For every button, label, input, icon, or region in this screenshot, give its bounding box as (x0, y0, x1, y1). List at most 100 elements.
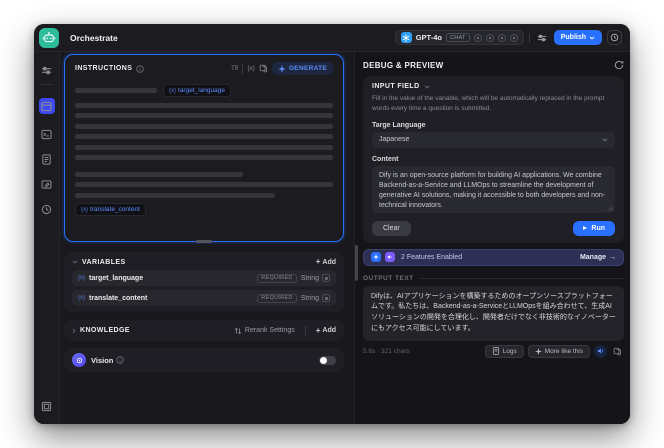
vision-eye-icon (72, 353, 86, 367)
logs-button[interactable]: Logs (484, 344, 524, 358)
prompt-skeleton: {x} target_language {x} translate_conten… (75, 84, 333, 216)
debug-actions-row: Clear Run (372, 220, 615, 236)
output-footer: 5.8s · 321 chars Logs More like this (363, 344, 624, 358)
restart-debug-button[interactable] (614, 60, 624, 70)
copy-output-button[interactable] (611, 345, 624, 358)
redacted-text-bar (75, 182, 333, 187)
rerank-icon (234, 327, 242, 334)
debug-header: DEBUG & PREVIEW (363, 58, 624, 72)
orchestrate-panel: INSTRUCTIONS 78 {x} GENERATE {x} target_… (60, 52, 354, 424)
orchestrate-icon (41, 101, 52, 111)
rail-tab-logs[interactable] (39, 151, 55, 167)
rail-tab-api[interactable] (39, 126, 55, 142)
rail-tab-orchestrate[interactable] (38, 98, 55, 114)
add-knowledge-button[interactable]: + Add (315, 325, 336, 335)
prompt-line: {x} target_language (75, 84, 333, 97)
knowledge-title: KNOWLEDGE (80, 327, 130, 334)
add-variable-button[interactable]: + Add (316, 258, 336, 266)
capability-icon-1 (473, 33, 482, 42)
annotation-pen-icon (41, 179, 52, 189)
manage-label: Manage (579, 253, 606, 261)
clear-button[interactable]: Clear (372, 220, 411, 236)
vision-toggle[interactable] (319, 355, 336, 365)
version-history-button[interactable] (607, 30, 622, 45)
sliders-icon (537, 34, 546, 41)
instructions-header: INSTRUCTIONS 78 {x} GENERATE (75, 62, 333, 75)
input-field-description: Fill in the value of the variable, which… (372, 95, 605, 112)
model-name: GPT-4o (415, 33, 442, 42)
clock-icon (41, 204, 52, 214)
model-selector[interactable]: GPT-4o CHAT (394, 30, 524, 45)
logs-icon (492, 347, 499, 356)
variable-row-target-language[interactable]: {x} target_language REQUIRED String (72, 270, 336, 286)
topbar-divider (528, 32, 530, 43)
copy-icon (613, 347, 621, 356)
info-icon (116, 356, 125, 364)
rail-tab-annotations[interactable] (39, 176, 55, 192)
variable-name: target_language (89, 274, 144, 282)
features-enabled-bar[interactable]: 2 Features Enabled Manage → (363, 248, 624, 266)
rerank-settings-button[interactable]: Rerank Settings (234, 327, 295, 335)
variables-header[interactable]: VARIABLES + Add (72, 258, 336, 266)
redacted-text-bar (75, 134, 333, 139)
output-meta: 5.8s · 321 chars (363, 347, 410, 355)
target-language-select[interactable]: Japanese (372, 131, 615, 148)
variable-chip-label: translate_content (90, 206, 140, 213)
text-to-speech-button[interactable] (594, 344, 607, 358)
variable-type-label: String (300, 294, 319, 302)
variable-settings-icon[interactable] (322, 294, 330, 302)
variable-chip-translate-content[interactable]: {x} translate_content (75, 203, 146, 216)
redacted-text-bar (75, 192, 275, 198)
openai-icon (400, 32, 412, 43)
feature-speech-icon (385, 252, 395, 262)
capability-icon-4 (509, 33, 518, 42)
vision-feature-row: Vision (64, 348, 344, 372)
redacted-text-bar (75, 123, 333, 129)
textarea-resize-grip[interactable] (607, 204, 613, 211)
run-label: Run (591, 224, 605, 232)
variable-chip-target-language[interactable]: {x} target_language (163, 84, 232, 97)
run-button[interactable]: Run (573, 220, 615, 236)
input-field-title: INPUT FIELD (372, 83, 420, 90)
knowledge-toolbar-divider (304, 326, 306, 335)
rail-tab-monitoring[interactable] (39, 201, 55, 217)
rail-preferences-button[interactable] (39, 62, 55, 78)
capability-icon-2 (485, 33, 494, 42)
variable-settings-icon[interactable] (322, 274, 330, 282)
input-field-card: INPUT FIELD Fill in the value of the var… (363, 76, 624, 243)
debug-title: DEBUG & PREVIEW (363, 60, 444, 70)
redacted-text-bar (75, 113, 333, 118)
rail-divider (39, 84, 54, 85)
input-field-header[interactable]: INPUT FIELD (372, 83, 615, 90)
left-rail (34, 52, 60, 424)
app-body: INSTRUCTIONS 78 {x} GENERATE {x} target_… (34, 52, 630, 424)
knowledge-header[interactable]: KNOWLEDGE Rerank Settings + Add (72, 326, 336, 335)
instructions-toolbar-divider (242, 63, 244, 74)
variable-row-translate-content[interactable]: {x} translate_content REQUIRED String (72, 290, 336, 306)
content-textarea[interactable]: Dify is an open-source platform for buil… (372, 165, 615, 213)
variable-name: translate_content (89, 294, 148, 302)
publish-button[interactable]: Publish (553, 30, 602, 45)
plus-icon: + (315, 325, 321, 335)
required-badge: REQUIRED (257, 293, 297, 303)
robot-icon (42, 31, 56, 42)
scrollbar-thumb[interactable] (355, 245, 358, 281)
copy-prompt-button[interactable] (259, 64, 268, 73)
insert-variable-button[interactable]: {x} (247, 65, 255, 72)
instructions-editor[interactable]: INSTRUCTIONS 78 {x} GENERATE {x} target_… (64, 54, 344, 243)
target-language-value: Japanese (379, 136, 410, 143)
required-badge: REQUIRED (257, 273, 297, 283)
instructions-resize-handle[interactable] (196, 240, 212, 243)
features-enabled-label: 2 Features Enabled (401, 253, 463, 261)
manage-features-button[interactable]: Manage → (580, 254, 616, 261)
chevron-right-icon (72, 328, 76, 333)
model-params-button[interactable] (535, 31, 549, 45)
toggle-knob (320, 356, 327, 364)
app-avatar[interactable] (39, 27, 59, 48)
generate-button[interactable]: GENERATE (271, 62, 333, 75)
content-value: Dify is an open-source platform for buil… (379, 171, 606, 209)
arrow-right-icon: → (609, 253, 616, 261)
rail-collapse-button[interactable] (39, 398, 55, 414)
variable-chip-label: target_language (178, 87, 226, 94)
more-like-this-button[interactable]: More like this (527, 344, 590, 358)
